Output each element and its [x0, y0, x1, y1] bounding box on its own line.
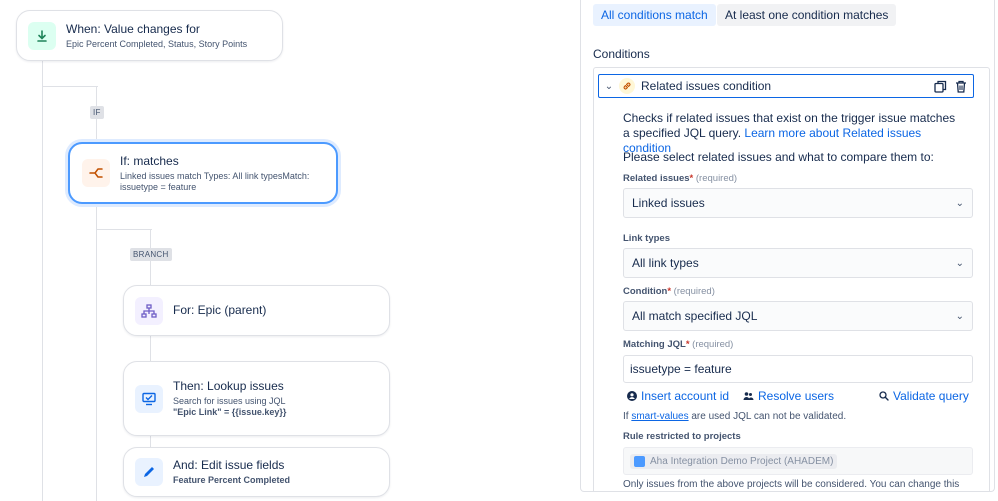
- required-text: (required): [673, 286, 715, 297]
- condition-header-label: Related issues condition: [641, 79, 772, 93]
- trigger-node[interactable]: When: Value changes for Epic Percent Com…: [16, 10, 283, 61]
- match-all-button[interactable]: All conditions match: [593, 4, 716, 26]
- connector-line: [150, 436, 151, 447]
- insert-account-label: Insert account id: [641, 389, 730, 403]
- footer-text: Only issues from the above projects will…: [623, 479, 960, 490]
- person-circle-icon: [627, 391, 637, 401]
- required-asterisk: *: [667, 286, 672, 297]
- matching-jql-value: issuetype = feature: [630, 362, 732, 376]
- match-any-button[interactable]: At least one condition matches: [717, 4, 897, 26]
- connector-line: [150, 336, 151, 361]
- required-asterisk: *: [689, 173, 694, 184]
- condition-value: All match specified JQL: [632, 309, 758, 323]
- chevron-down-icon: ⌄: [955, 197, 964, 209]
- condition-label-text: Condition: [623, 286, 668, 297]
- search-icon: [879, 391, 889, 401]
- note-prefix: If: [623, 411, 629, 422]
- pencil-icon: [135, 458, 163, 486]
- validate-query-label: Validate query: [893, 389, 969, 403]
- condition-label: Condition* (required): [623, 286, 715, 297]
- connector-line: [42, 86, 98, 87]
- condition-title: If: matches: [120, 153, 179, 168]
- branch-title: For: Epic (parent): [173, 303, 267, 317]
- link-types-label: Link types: [623, 233, 670, 244]
- matching-jql-label: Matching JQL* (required): [623, 339, 733, 350]
- download-icon: [28, 21, 56, 50]
- connector-line: [96, 229, 152, 230]
- lookup-subtitle: Search for issues using JQL: [173, 396, 286, 406]
- trigger-subtitle: Epic Percent Completed, Status, Story Po…: [66, 38, 248, 49]
- link-types-select[interactable]: All link types ⌄: [623, 248, 973, 278]
- trigger-title: When: Value changes for: [66, 21, 200, 36]
- resolve-users-label: Resolve users: [758, 389, 835, 403]
- instruction-text: Please select related issues and what to…: [623, 150, 934, 164]
- chevron-down-icon: ⌄: [955, 257, 964, 269]
- conditions-title: Conditions: [593, 47, 650, 61]
- required-text: (required): [695, 173, 738, 184]
- required-text: (required): [692, 339, 734, 350]
- branch-condition-icon: [82, 159, 110, 187]
- restricted-projects-field: Aha Integration Demo Project (AHADEM): [623, 447, 973, 475]
- related-issues-select[interactable]: Linked issues ⌄: [623, 188, 973, 218]
- link-icon: [619, 78, 635, 94]
- lookup-jql: "Epic Link" = {{issue.key}}: [173, 407, 287, 417]
- copy-icon[interactable]: [931, 77, 949, 95]
- condition-node[interactable]: If: matches Linked issues match Types: A…: [68, 142, 338, 204]
- condition-select[interactable]: All match specified JQL ⌄: [623, 301, 973, 331]
- insert-account-button[interactable]: Insert account id: [627, 389, 729, 403]
- related-issues-value: Linked issues: [632, 196, 705, 210]
- project-avatar-icon: [634, 455, 645, 467]
- branch-node[interactable]: For: Epic (parent): [123, 285, 390, 336]
- smart-values-link[interactable]: smart-values: [631, 411, 688, 422]
- chevron-down-icon: ⌄: [955, 310, 964, 322]
- edit-title: And: Edit issue fields: [173, 458, 285, 472]
- if-tag: IF: [90, 106, 104, 119]
- connector-line: [42, 60, 43, 501]
- edit-subtitle: Feature Percent Completed: [173, 475, 291, 485]
- rule-canvas: When: Value changes for Epic Percent Com…: [0, 0, 560, 501]
- monitor-check-icon: [135, 384, 163, 413]
- project-chip-label: Aha Integration Demo Project (AHADEM): [650, 455, 834, 467]
- validate-query-button[interactable]: Validate query: [879, 389, 969, 403]
- condition-subtitle: Linked issues match Types: All link type…: [120, 170, 310, 192]
- related-issues-label-text: Related issues: [623, 173, 690, 184]
- connector-line: [96, 203, 97, 501]
- trash-icon[interactable]: [952, 77, 970, 95]
- condition-config-panel: All conditions match At least one condit…: [580, 0, 995, 492]
- hierarchy-icon: [135, 296, 163, 325]
- link-types-value: All link types: [632, 256, 699, 270]
- note-suffix: are used JQL can not be validated.: [691, 411, 847, 422]
- condition-header[interactable]: ⌄ Related issues condition: [598, 74, 974, 98]
- lookup-title: Then: Lookup issues: [173, 379, 284, 393]
- related-issues-label: Related issues* (required): [623, 173, 737, 184]
- required-asterisk: *: [685, 339, 690, 350]
- people-icon: [743, 391, 754, 401]
- project-chip: Aha Integration Demo Project (AHADEM): [630, 453, 838, 469]
- matching-jql-input[interactable]: issuetype = feature: [623, 355, 973, 383]
- smart-values-note: If smart-values are used JQL can not be …: [623, 411, 846, 422]
- resolve-users-button[interactable]: Resolve users: [743, 389, 834, 403]
- branch-tag: BRANCH: [130, 248, 172, 261]
- rule-restricted-label: Rule restricted to projects: [623, 431, 741, 442]
- chevron-down-icon[interactable]: ⌄: [601, 81, 617, 92]
- lookup-action-node[interactable]: Then: Lookup issues Search for issues us…: [123, 361, 390, 436]
- matching-jql-label-text: Matching JQL: [623, 339, 686, 350]
- edit-action-node[interactable]: And: Edit issue fields Feature Percent C…: [123, 447, 390, 497]
